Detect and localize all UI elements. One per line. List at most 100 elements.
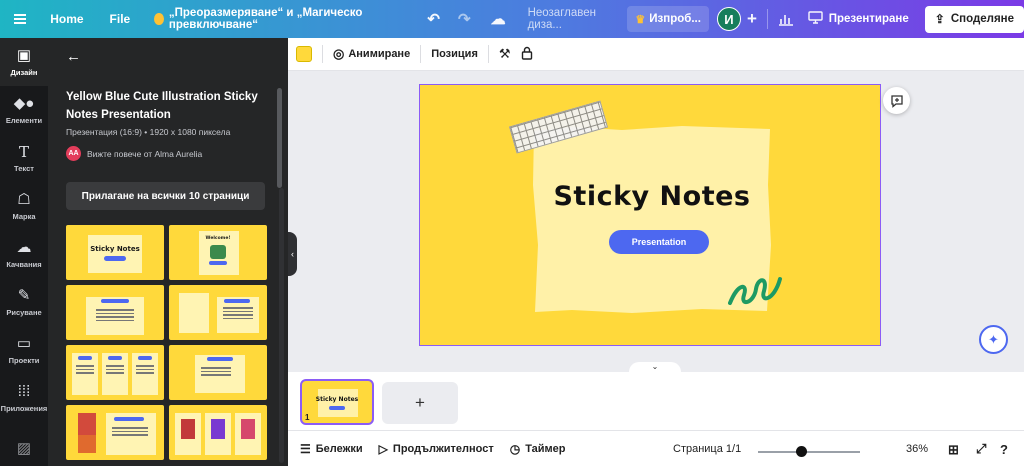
duration-label: Продължителност — [392, 442, 494, 455]
rail-item-design[interactable]: ▣ Дизайн — [0, 38, 48, 86]
notes-icon: ☰ — [300, 441, 311, 456]
rail-item-draw[interactable]: ✎ Рисуване — [0, 278, 48, 326]
template-page-thumb[interactable] — [169, 405, 267, 460]
feature-promo-link[interactable]: „Преоразмеряване“ и „Магическо превключв… — [154, 0, 399, 38]
rail-label: Рисуване — [6, 307, 42, 317]
magic-assistant-button[interactable]: ✦ — [979, 325, 1008, 354]
slide-canvas[interactable]: Sticky Notes Presentation — [419, 84, 881, 346]
animate-label: Анимиране — [348, 48, 411, 60]
add-comment-button[interactable] — [883, 87, 910, 114]
position-button[interactable]: Позиция — [431, 48, 478, 60]
redo-icon[interactable]: ↷ — [458, 0, 471, 38]
pages-toggle[interactable]: ⌄ — [629, 362, 681, 372]
background-color-swatch[interactable] — [296, 46, 312, 62]
rail-item-elements[interactable]: ◆● Елементи — [0, 86, 48, 134]
add-collaborator-icon[interactable]: + — [747, 0, 757, 38]
menu-icon[interactable] — [14, 0, 30, 38]
template-page-thumb[interactable] — [66, 285, 164, 340]
template-page-thumb[interactable] — [66, 405, 164, 460]
timer-button[interactable]: ◷ Таймер — [510, 442, 566, 456]
template-page-thumb[interactable] — [66, 345, 164, 400]
page-thumb-title: Sticky Notes — [315, 396, 359, 403]
divider — [487, 45, 489, 63]
lock-icon[interactable] — [521, 46, 533, 63]
notes-button[interactable]: ☰ Бележки — [300, 442, 363, 456]
help-icon[interactable]: ? — [1000, 442, 1008, 457]
avatar: И — [716, 7, 741, 31]
slide-subtitle-pill[interactable]: Presentation — [609, 230, 709, 254]
draw-icon: ✎ — [17, 286, 31, 304]
rail-label: Марка — [12, 211, 36, 221]
animate-icon: ◎ — [333, 46, 345, 61]
context-toolbar: ◎ Анимиране Позиция ⚒ — [288, 38, 1024, 71]
rail-item-text[interactable]: T Текст — [0, 134, 48, 182]
bottom-bar: ☰ Бележки ▷ Продължителност ◷ Таймер Стр… — [288, 430, 1024, 466]
divider — [766, 9, 768, 29]
add-page-button[interactable]: + — [382, 382, 458, 424]
feature-promo-label: „Преоразмеряване“ и „Магическо превключв… — [168, 7, 363, 31]
rail-item-projects[interactable]: ▭ Проекти — [0, 326, 48, 374]
page-indicator[interactable]: Страница 1/1 — [673, 443, 741, 455]
duration-button[interactable]: ▷ Продължителност — [379, 442, 494, 456]
timer-label: Таймер — [525, 442, 566, 455]
page-thumbnail[interactable]: Sticky Notes 1 — [300, 379, 374, 425]
page-number: 1 — [305, 413, 310, 422]
share-label: Споделяне — [950, 13, 1015, 25]
design-name[interactable]: Неозаглавен диза... — [528, 0, 614, 38]
upload-icon: ☁ — [16, 238, 32, 256]
paint-roller-icon[interactable]: ⚒ — [499, 46, 511, 62]
design-icon: ▣ — [16, 46, 32, 64]
template-page-thumb[interactable] — [169, 345, 267, 400]
image-icon: ▨ — [16, 440, 32, 457]
zoom-slider-handle[interactable] — [796, 446, 807, 457]
top-bar: Home File „Преоразмеряване“ и „Магическо… — [0, 0, 1024, 38]
zoom-level[interactable]: 36% — [906, 443, 928, 455]
rail-item-apps[interactable]: ⁞⁞⁞ Приложения — [0, 374, 48, 422]
present-button[interactable]: Презентиране — [808, 0, 909, 38]
apply-all-button[interactable]: Прилагане на всички 10 страници — [66, 182, 265, 210]
home-link[interactable]: Home — [50, 0, 83, 38]
rail-item-brand[interactable]: ☖ Марка — [0, 182, 48, 230]
template-page-thumb[interactable]: Sticky Notes — [66, 225, 164, 280]
sparkle-icon: ✦ — [988, 331, 999, 347]
divider — [322, 45, 323, 63]
cloud-save-icon[interactable]: ☁ — [491, 0, 506, 38]
rail-item-photos[interactable]: ▨ — [0, 434, 48, 464]
fullscreen-icon[interactable]: ⤢ — [976, 441, 986, 457]
template-page-thumb[interactable] — [169, 285, 267, 340]
rail-label: Елементи — [5, 115, 43, 125]
template-meta: Презентация (16:9) • 1920 x 1080 пиксела — [66, 127, 231, 137]
thumb-title: Sticky Notes — [90, 245, 140, 253]
rail-label: Приложения — [0, 403, 48, 413]
analytics-icon[interactable] — [778, 0, 794, 38]
comment-icon — [890, 94, 903, 108]
author-avatar: AA — [66, 146, 81, 161]
user-avatar[interactable]: И — [716, 0, 741, 38]
left-rail: ▣ Дизайн ◆● Елементи T Текст ☖ Марка ☁ К… — [0, 38, 48, 466]
back-arrow-icon[interactable]: ← — [66, 48, 81, 65]
panel-scrollbar[interactable] — [277, 88, 282, 188]
try-pro-button[interactable]: ♛ Изпроб... — [627, 6, 709, 32]
template-title: Yellow Blue Cute Illustration Sticky Not… — [66, 91, 258, 121]
play-icon: ▷ — [378, 441, 388, 456]
rail-label: Текст — [14, 163, 34, 173]
template-panel: ← Yellow Blue Cute Illustration Sticky N… — [48, 38, 288, 466]
author-link[interactable]: AA Вижте повече от Alma Aurelia — [66, 146, 202, 161]
thumb-title: Welcome! — [205, 236, 231, 241]
present-icon — [808, 11, 823, 27]
undo-icon[interactable]: ↶ — [427, 0, 440, 38]
timer-icon: ◷ — [509, 441, 521, 456]
collapse-panel-button[interactable]: ‹ — [288, 232, 297, 276]
grid-view-icon[interactable]: ⊞ — [948, 442, 959, 458]
template-page-thumb[interactable]: Welcome! — [169, 225, 267, 280]
try-pro-label: Изпроб... — [649, 13, 701, 25]
crown-icon: ♛ — [635, 13, 646, 26]
folder-icon: ▭ — [16, 334, 32, 352]
share-button[interactable]: ⇪ Споделяне — [924, 5, 1024, 33]
rail-item-uploads[interactable]: ☁ Качвания — [0, 230, 48, 278]
upload-icon: ⇪ — [934, 12, 945, 26]
zoom-slider[interactable] — [758, 451, 860, 453]
file-menu[interactable]: File — [110, 0, 131, 38]
slide-title[interactable]: Sticky Notes — [532, 181, 772, 212]
animate-button[interactable]: ◎ Анимиране — [333, 46, 410, 62]
